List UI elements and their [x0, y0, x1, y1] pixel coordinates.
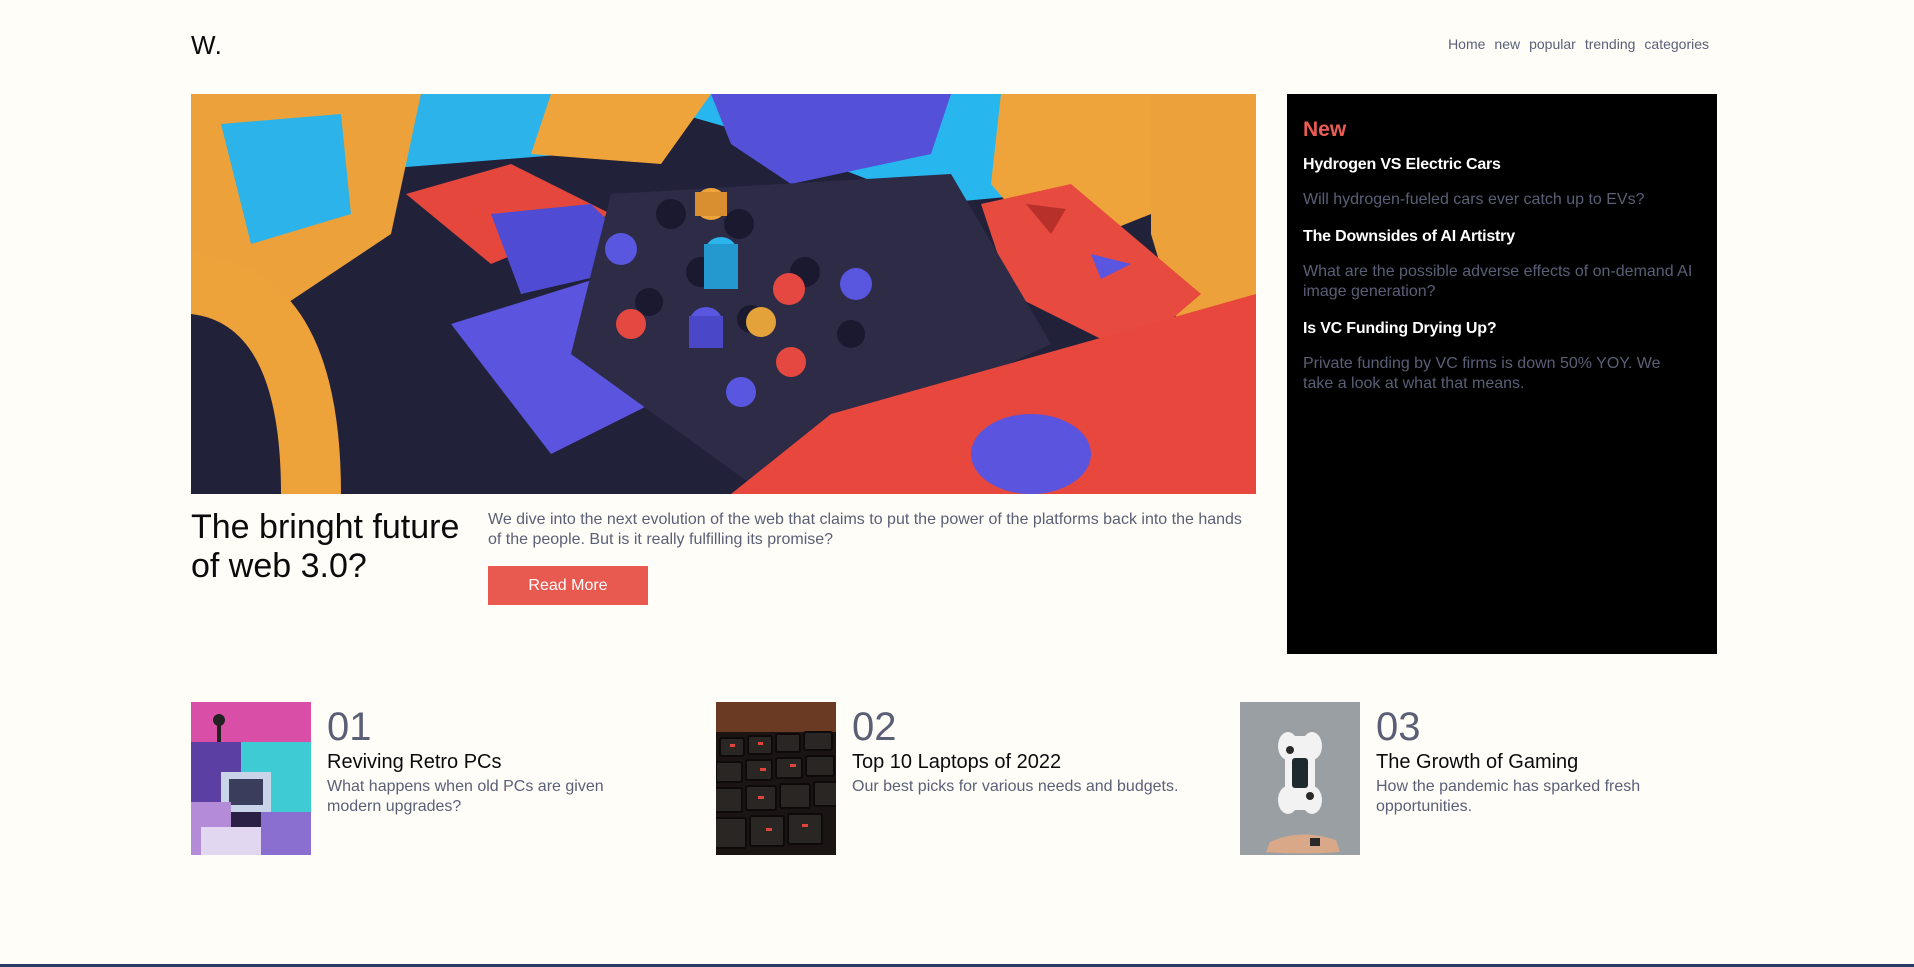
new-articles-panel: New Hydrogen VS Electric Cars Will hydro…	[1287, 94, 1717, 654]
main-nav: Home new popular trending categories	[1448, 36, 1709, 52]
new-item-title[interactable]: Is VC Funding Drying Up?	[1303, 320, 1701, 338]
new-item-title[interactable]: The Downsides of AI Artistry	[1303, 228, 1701, 246]
card-title[interactable]: Top 10 Laptops of 2022	[852, 751, 1061, 774]
card-thumbnail-retro-pc	[191, 702, 311, 855]
new-item-description: Private funding by VC firms is down 50% …	[1303, 355, 1661, 392]
article-card-3[interactable]: 03 The Growth of Gaming How the pandemic…	[1240, 702, 1720, 855]
keyboard-image	[716, 702, 836, 855]
nav-trending[interactable]: trending	[1585, 36, 1636, 52]
card-thumbnail-gaming-controller	[1240, 702, 1360, 855]
page: W. Home new popular trending categories	[0, 0, 1914, 967]
card-description: Our best picks for various needs and bud…	[852, 778, 1179, 795]
new-item-title[interactable]: Hydrogen VS Electric Cars	[1303, 156, 1701, 174]
site-logo[interactable]: W.	[191, 30, 222, 61]
hero-title[interactable]: The bringht future of web 3.0?	[191, 508, 481, 586]
nav-new[interactable]: new	[1494, 36, 1520, 52]
card-title[interactable]: The Growth of Gaming	[1376, 751, 1578, 774]
card-number: 03	[1376, 705, 1421, 749]
hero-abstract-blocks-illustration	[191, 94, 1256, 494]
hero-image	[191, 94, 1256, 494]
new-item-description: What are the possible adverse effects of…	[1303, 263, 1693, 300]
new-panel-heading: New	[1303, 118, 1347, 141]
retro-pc-image	[191, 702, 311, 855]
new-item-description: Will hydrogen-fueled cars ever catch up …	[1303, 191, 1645, 208]
hero-description: We dive into the next evolution of the w…	[488, 511, 1242, 548]
nav-home[interactable]: Home	[1448, 36, 1485, 52]
article-card-1[interactable]: 01 Reviving Retro PCs What happens when …	[191, 702, 671, 855]
game-controller-image	[1240, 702, 1360, 855]
card-number: 01	[327, 705, 372, 749]
card-thumbnail-laptop-keyboard	[716, 702, 836, 855]
read-more-button[interactable]: Read More	[488, 566, 648, 605]
card-description: How the pandemic has sparked fresh oppor…	[1376, 778, 1641, 815]
card-number: 02	[852, 705, 897, 749]
nav-popular[interactable]: popular	[1529, 36, 1576, 52]
card-description: What happens when old PCs are given mode…	[327, 778, 604, 815]
article-card-2[interactable]: 02 Top 10 Laptops of 2022 Our best picks…	[716, 702, 1196, 855]
nav-categories[interactable]: categories	[1644, 36, 1709, 52]
card-title[interactable]: Reviving Retro PCs	[327, 751, 502, 774]
